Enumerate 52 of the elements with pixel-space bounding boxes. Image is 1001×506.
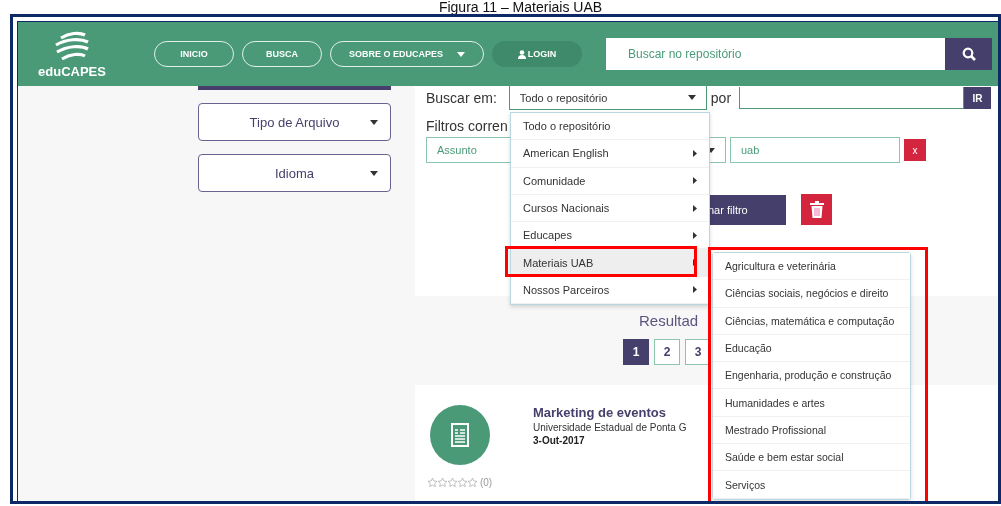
- filters-label: Filtros corren: [426, 118, 508, 134]
- star-icon: [457, 478, 467, 487]
- caret-icon: [370, 170, 378, 176]
- submenu-item[interactable]: Saúde e bem estar social: [713, 444, 910, 472]
- rating-count: (0): [479, 477, 493, 488]
- filter-dropdown[interactable]: Tipo de Arquivo: [198, 103, 391, 141]
- menu-item[interactable]: Todo o repositório: [511, 113, 709, 141]
- document-icon: [451, 423, 469, 447]
- submenu-item[interactable]: Educação: [713, 334, 910, 363]
- submenu-item[interactable]: Ciências sociais, negócios e direito: [713, 280, 910, 308]
- trash-icon: [809, 201, 824, 218]
- scope-select[interactable]: Todo o repositório: [508, 86, 707, 110]
- caret-icon: [457, 51, 465, 57]
- nav-button[interactable]: LOGIN: [492, 41, 582, 67]
- star-icon: [467, 478, 477, 487]
- menu-item[interactable]: Comunidade: [511, 167, 709, 195]
- search-button[interactable]: [945, 38, 992, 70]
- remove-filter-button[interactable]: x: [904, 139, 926, 161]
- user-icon: [517, 49, 526, 59]
- result-title[interactable]: Marketing de eventos: [533, 405, 687, 420]
- result-date: 3-Out-2017: [533, 435, 586, 446]
- filter-dropdown[interactable]: Idioma: [198, 154, 391, 192]
- page-button[interactable]: 3: [685, 339, 711, 365]
- query-field[interactable]: [739, 87, 965, 109]
- page-button[interactable]: 1: [623, 339, 649, 365]
- caret-icon: [687, 95, 696, 100]
- submenu-item[interactable]: Humanidades e artes: [713, 389, 910, 417]
- submenu-item[interactable]: Engenharia, produção e construção: [713, 362, 910, 390]
- search-field[interactable]: Buscar no repositório: [606, 38, 945, 70]
- submenu-item[interactable]: Mestrado Profissional: [713, 416, 910, 445]
- search-icon: [961, 47, 976, 61]
- clear-filters-button[interactable]: [801, 194, 832, 225]
- menu-item[interactable]: American English: [511, 140, 709, 168]
- menu-item[interactable]: Materiais UAB: [511, 249, 709, 277]
- figure-caption: Figura 11 – Materiais UAB: [437, 0, 604, 14]
- star-icon: [447, 478, 457, 487]
- submenu-item[interactable]: Agricultura e veterinária: [713, 253, 910, 281]
- submenu-item[interactable]: Serviços: [713, 471, 910, 499]
- by-label: por: [710, 90, 732, 106]
- menu-item[interactable]: Nossos Parceiros: [511, 276, 709, 305]
- page-button[interactable]: 2: [654, 339, 680, 365]
- caret-icon: [370, 119, 378, 125]
- result-publisher: Universidade Estadual de Ponta G: [533, 422, 687, 433]
- search-in-label: Buscar em:: [426, 90, 497, 106]
- menu-item[interactable]: Cursos Nacionais: [511, 194, 709, 223]
- go-button[interactable]: IR: [964, 87, 992, 109]
- results-heading: Resultad: [639, 312, 699, 329]
- star-icon: [437, 478, 447, 487]
- submenu-item[interactable]: Ciências, matemática e computação: [713, 307, 910, 335]
- filter-value-field[interactable]: uab: [730, 137, 900, 163]
- star-icon: [427, 478, 437, 487]
- logo-text: eduCAPES: [38, 63, 106, 79]
